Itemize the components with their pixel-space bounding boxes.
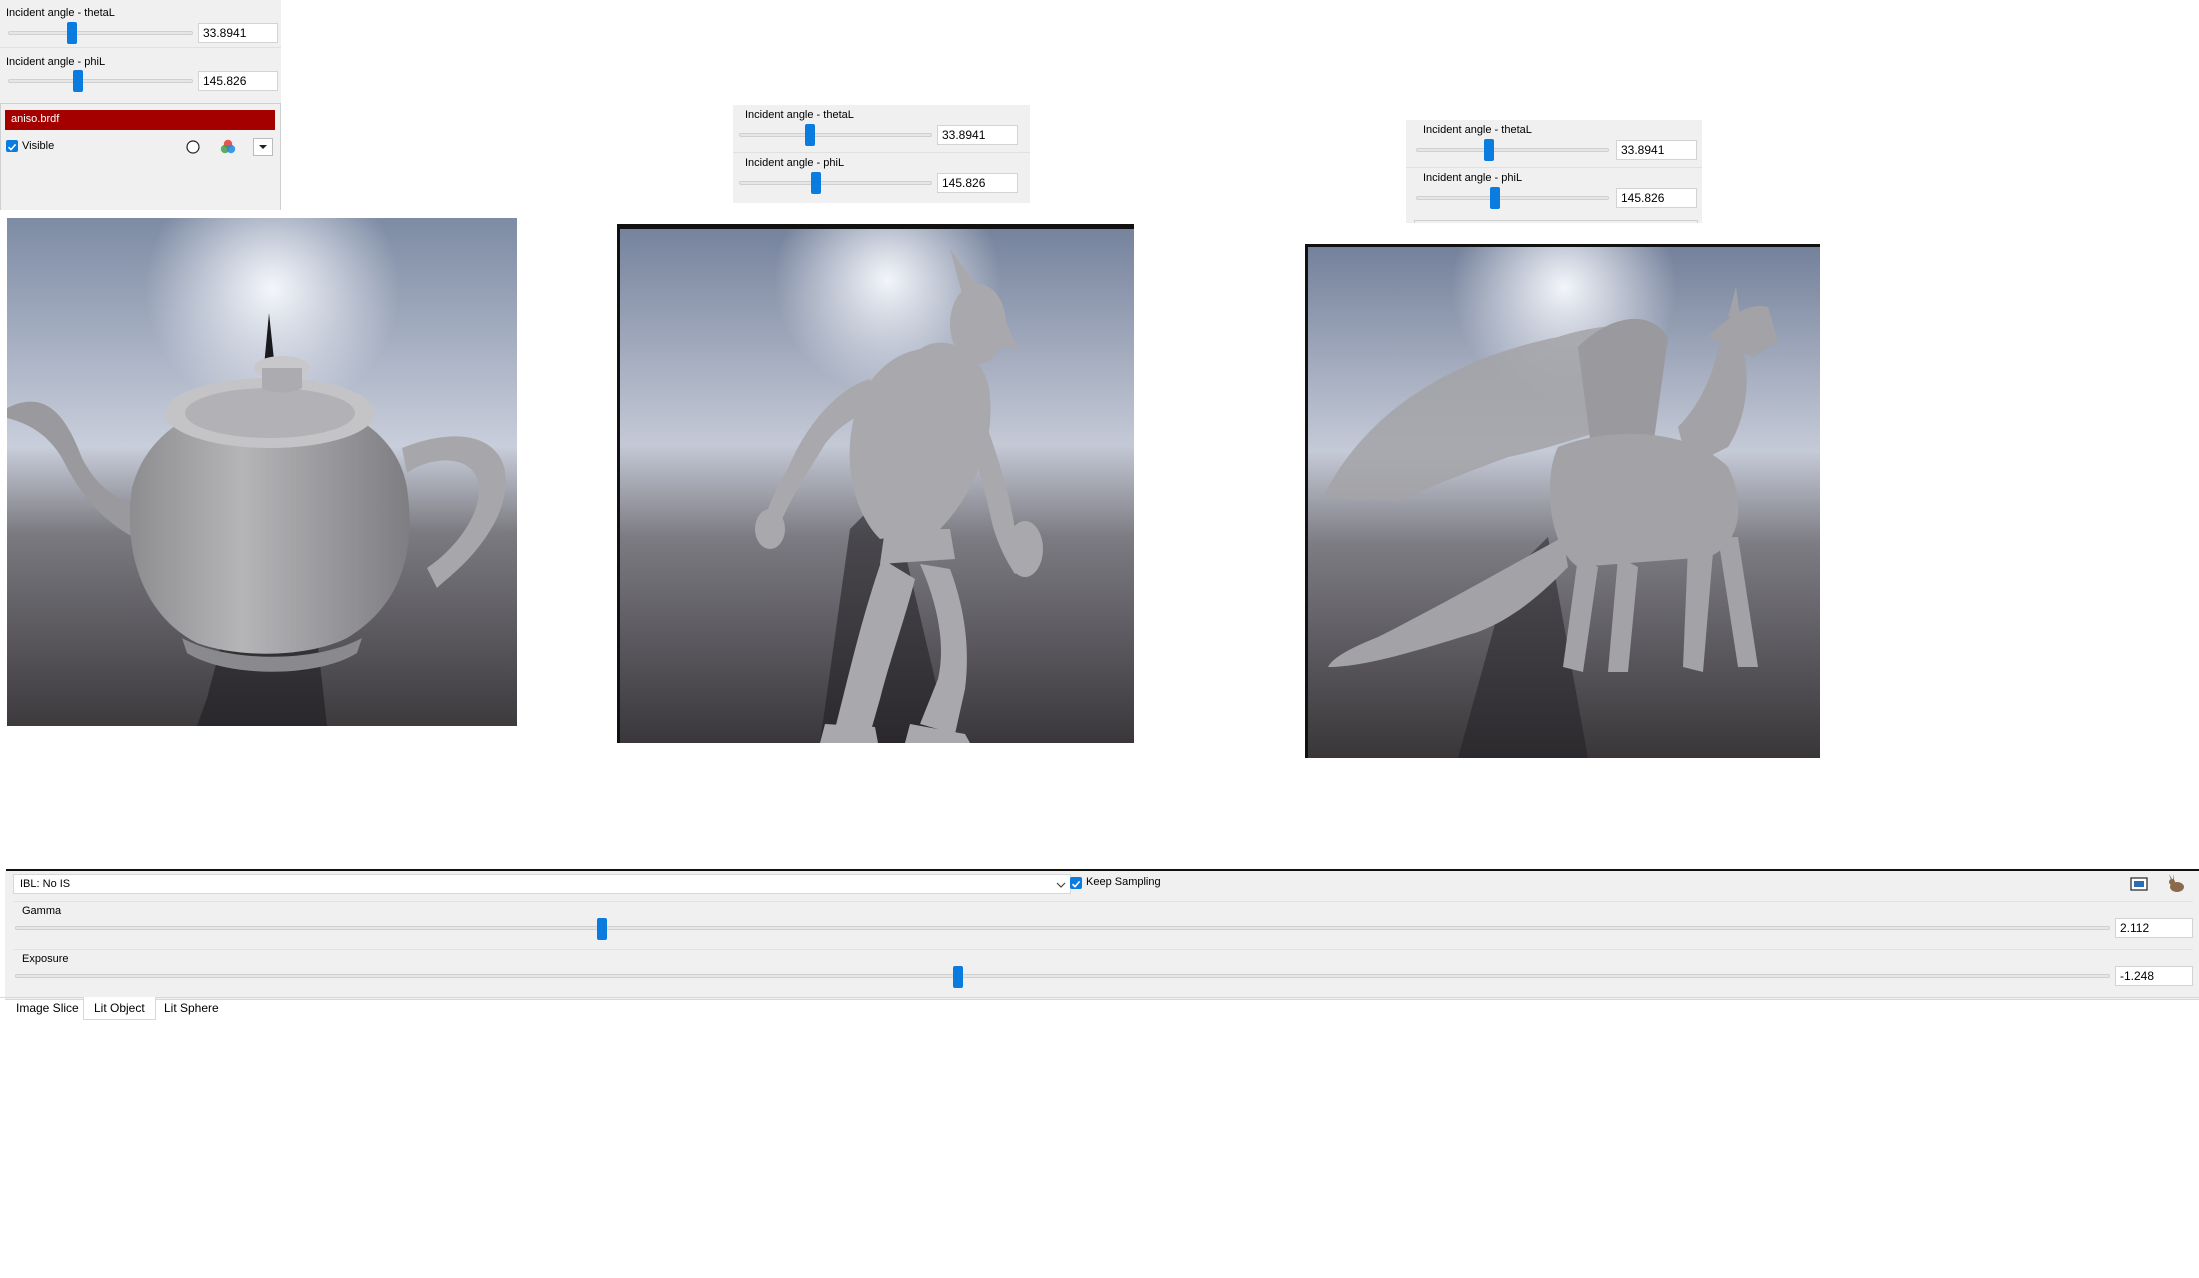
phi-slider-thumb[interactable] [73,70,83,92]
render-controls-panel: IBL: No IS Keep Sampling Gamma 2.112 Exp… [5,871,2199,1000]
keep-sampling-checkbox[interactable] [1070,877,1082,889]
theta-track[interactable] [8,31,193,35]
model-button[interactable] [2163,871,2189,897]
tab-lit-object[interactable]: Lit Object [83,997,156,1020]
goblin-render [620,229,1134,743]
phi-slider-thumb[interactable] [811,172,821,194]
phi-track[interactable] [8,79,193,83]
phi-track[interactable] [739,181,932,185]
color-wheel-icon [220,139,236,154]
dragon-viewport[interactable] [1305,244,1820,758]
goblin-viewport[interactable] [617,224,1134,743]
tab-lit-sphere[interactable]: Lit Sphere [154,997,229,1019]
gamma-slider-thumb[interactable] [596,918,607,940]
chevron-down-icon [259,145,267,149]
exposure-label: Exposure [22,953,69,965]
left-parameter-panel: Incident angle - thetaL 33.8941 Incident… [0,0,281,210]
phi-track[interactable] [1416,196,1609,200]
ibl-select[interactable]: IBL: No IS [13,874,1071,894]
panel-bottom-edge [1414,220,1698,223]
theta-slider-group: Incident angle - thetaL 33.8941 [1406,120,1702,168]
dragon-render [1308,247,1820,758]
tab-image-slice[interactable]: Image Slice [6,997,89,1019]
phi-slider-group: Incident angle - phiL 145.826 [0,48,281,96]
exposure-slider-thumb[interactable] [952,966,963,988]
theta-slider-thumb[interactable] [1484,139,1494,161]
brdf-list: aniso.brdf Visible [0,103,281,210]
bunny-icon [2169,874,2184,892]
phi-slider-group: Incident angle - phiL 145.826 [1406,168,1702,216]
solo-toggle-button[interactable] [184,138,202,156]
theta-label: Incident angle - thetaL [6,7,115,19]
exposure-slider-group: Exposure -1.248 [13,949,2193,992]
phi-value-field[interactable]: 145.826 [937,173,1018,193]
right-parameter-panel: Incident angle - thetaL 33.8941 Incident… [1406,120,1702,223]
chevron-down-icon [1056,882,1066,888]
theta-value-field[interactable]: 33.8941 [198,23,278,43]
tab-bar [0,997,2199,1022]
exposure-value-field[interactable]: -1.248 [2115,966,2193,986]
options-dropdown-button[interactable] [253,138,273,156]
gamma-slider-group: Gamma 2.112 [13,901,2193,944]
theta-slider-group: Incident angle - thetaL 33.8941 [733,105,1030,153]
phi-value-field[interactable]: 145.826 [198,71,278,91]
gamma-track[interactable] [15,926,2110,930]
ibl-select-value: IBL: No IS [20,878,71,890]
theta-value-field[interactable]: 33.8941 [937,125,1018,145]
color-picker-button[interactable] [219,138,237,156]
phi-label: Incident angle - phiL [6,56,106,68]
theta-value-field[interactable]: 33.8941 [1616,140,1697,160]
teapot-render [7,218,517,726]
keep-sampling-label: Keep Sampling [1086,876,1161,888]
phi-value-field[interactable]: 145.826 [1616,188,1697,208]
image-icon [2130,877,2148,891]
phi-slider-group: Incident angle - phiL 145.826 [733,153,1030,201]
phi-label: Incident angle - phiL [1423,172,1523,184]
gamma-label: Gamma [22,905,62,917]
exposure-track[interactable] [15,974,2110,978]
brdf-name: aniso.brdf [11,113,60,125]
theta-track[interactable] [1416,148,1609,152]
check-icon [1071,880,1081,888]
theta-label: Incident angle - thetaL [745,109,854,121]
theta-slider-thumb[interactable] [67,22,77,44]
phi-slider-thumb[interactable] [1490,187,1500,209]
theta-track[interactable] [739,133,932,137]
middle-parameter-panel: Incident angle - thetaL 33.8941 Incident… [733,105,1030,203]
theta-slider-thumb[interactable] [805,124,815,146]
visible-checkbox[interactable] [6,140,18,152]
screenshot-button[interactable] [2126,871,2152,897]
visible-label: Visible [22,140,55,152]
teapot-viewport[interactable] [7,218,517,726]
check-icon [7,143,17,151]
theta-label: Incident angle - thetaL [1423,124,1532,136]
brdf-name-bar[interactable]: aniso.brdf [5,110,275,130]
theta-slider-group: Incident angle - thetaL 33.8941 [0,0,281,48]
phi-label: Incident angle - phiL [745,157,845,169]
gamma-value-field[interactable]: 2.112 [2115,918,2193,938]
circle-icon [186,140,200,154]
